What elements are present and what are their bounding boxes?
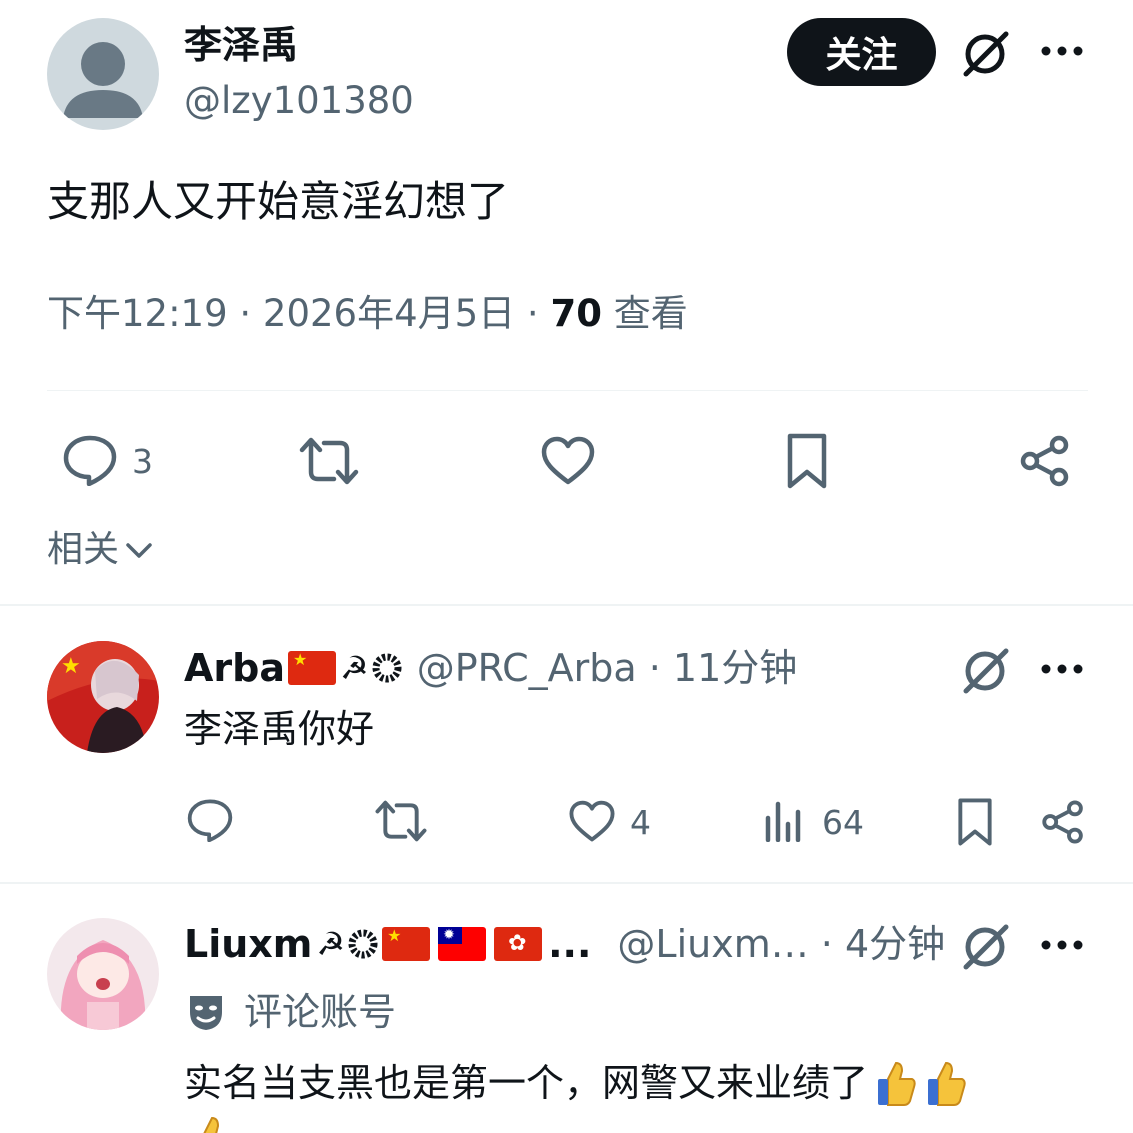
author-name[interactable]: 李泽禹 — [184, 22, 298, 68]
repost-icon[interactable] — [298, 436, 360, 486]
like-count: 4 — [630, 803, 651, 842]
hongkong-flag-icon — [494, 927, 543, 961]
reply-author-name[interactable]: Liuxm — [184, 920, 312, 968]
reply-avatar[interactable] — [47, 918, 159, 1030]
divider — [0, 882, 1133, 884]
reply-icon[interactable] — [186, 798, 234, 842]
mask-icon — [184, 990, 228, 1034]
reply-header: Liuxm ☭ ... @Liuxm… · 4分钟 — [184, 920, 945, 968]
related-toggle[interactable]: 相关 — [47, 526, 153, 574]
related-label: 相关 — [47, 529, 120, 570]
ring-icon — [347, 928, 379, 960]
like-icon[interactable] — [568, 800, 616, 843]
follow-button[interactable]: 关注 — [787, 18, 936, 86]
share-icon[interactable] — [1018, 434, 1072, 488]
reply-text-row: 实名当支黑也是第一个，网警又来业绩了 — [184, 1058, 968, 1108]
community-label: 评论账号 — [244, 990, 397, 1034]
china-flag-icon — [382, 927, 431, 961]
bookmark-icon[interactable] — [784, 432, 830, 490]
analytics-icon[interactable] — [764, 800, 804, 842]
reply-text: 实名当支黑也是第一个，网警又来业绩了 — [184, 1061, 869, 1105]
divider — [0, 604, 1133, 606]
grok-icon[interactable] — [960, 28, 1012, 78]
reply-author-handle[interactable]: @Liuxm… · 4分钟 — [617, 920, 945, 968]
author-handle[interactable]: @lzy101380 — [184, 78, 414, 124]
china-flag-icon — [288, 651, 336, 685]
reply-text: 李泽禹你好 — [184, 707, 375, 751]
repost-icon[interactable] — [374, 799, 428, 843]
hammer-sickle-icon: ☭ — [316, 925, 346, 963]
like-icon[interactable] — [540, 436, 596, 486]
taiwan-flag-icon — [438, 926, 487, 961]
divider — [47, 390, 1088, 391]
post-meta: 下午12:19 · 2026年4月5日 · 70 查看 — [47, 290, 688, 338]
grok-icon[interactable] — [960, 645, 1012, 695]
hammer-sickle-icon: ☭ — [340, 649, 369, 687]
more-icon[interactable] — [1040, 44, 1084, 58]
community-badge[interactable]: 评论账号 — [184, 988, 396, 1036]
views-count: 70 — [550, 292, 602, 335]
thumbs-up-icon — [924, 1059, 968, 1107]
name-ellipsis: ... — [548, 922, 592, 966]
bookmark-icon[interactable] — [955, 797, 995, 847]
ring-icon — [371, 652, 403, 684]
svg-text:★: ★ — [61, 654, 81, 679]
reply-icon[interactable] — [62, 434, 118, 486]
grok-icon[interactable] — [960, 921, 1012, 971]
reply-author-handle[interactable]: @PRC_Arba · 11分钟 — [417, 644, 798, 692]
reply-avatar[interactable]: ★ — [47, 641, 159, 753]
reply-author-name[interactable]: Arba — [184, 644, 285, 692]
more-icon[interactable] — [1040, 938, 1084, 952]
reply-count: 3 — [132, 442, 153, 481]
chevron-down-icon — [125, 540, 153, 560]
post-text: 支那人又开始意淫幻想了 — [47, 177, 510, 226]
view-count: 64 — [822, 803, 864, 842]
author-avatar[interactable] — [47, 18, 159, 130]
thumbs-up-icon — [190, 1114, 234, 1133]
post-time: 下午12:19 · 2026年4月5日 · — [47, 292, 551, 335]
thumbs-up-icon — [874, 1059, 918, 1107]
views-label: 查看 — [601, 292, 688, 335]
reply-header: Arba ☭ @PRC_Arba · 11分钟 — [184, 644, 797, 692]
more-icon[interactable] — [1040, 662, 1084, 676]
share-icon[interactable] — [1040, 799, 1086, 845]
